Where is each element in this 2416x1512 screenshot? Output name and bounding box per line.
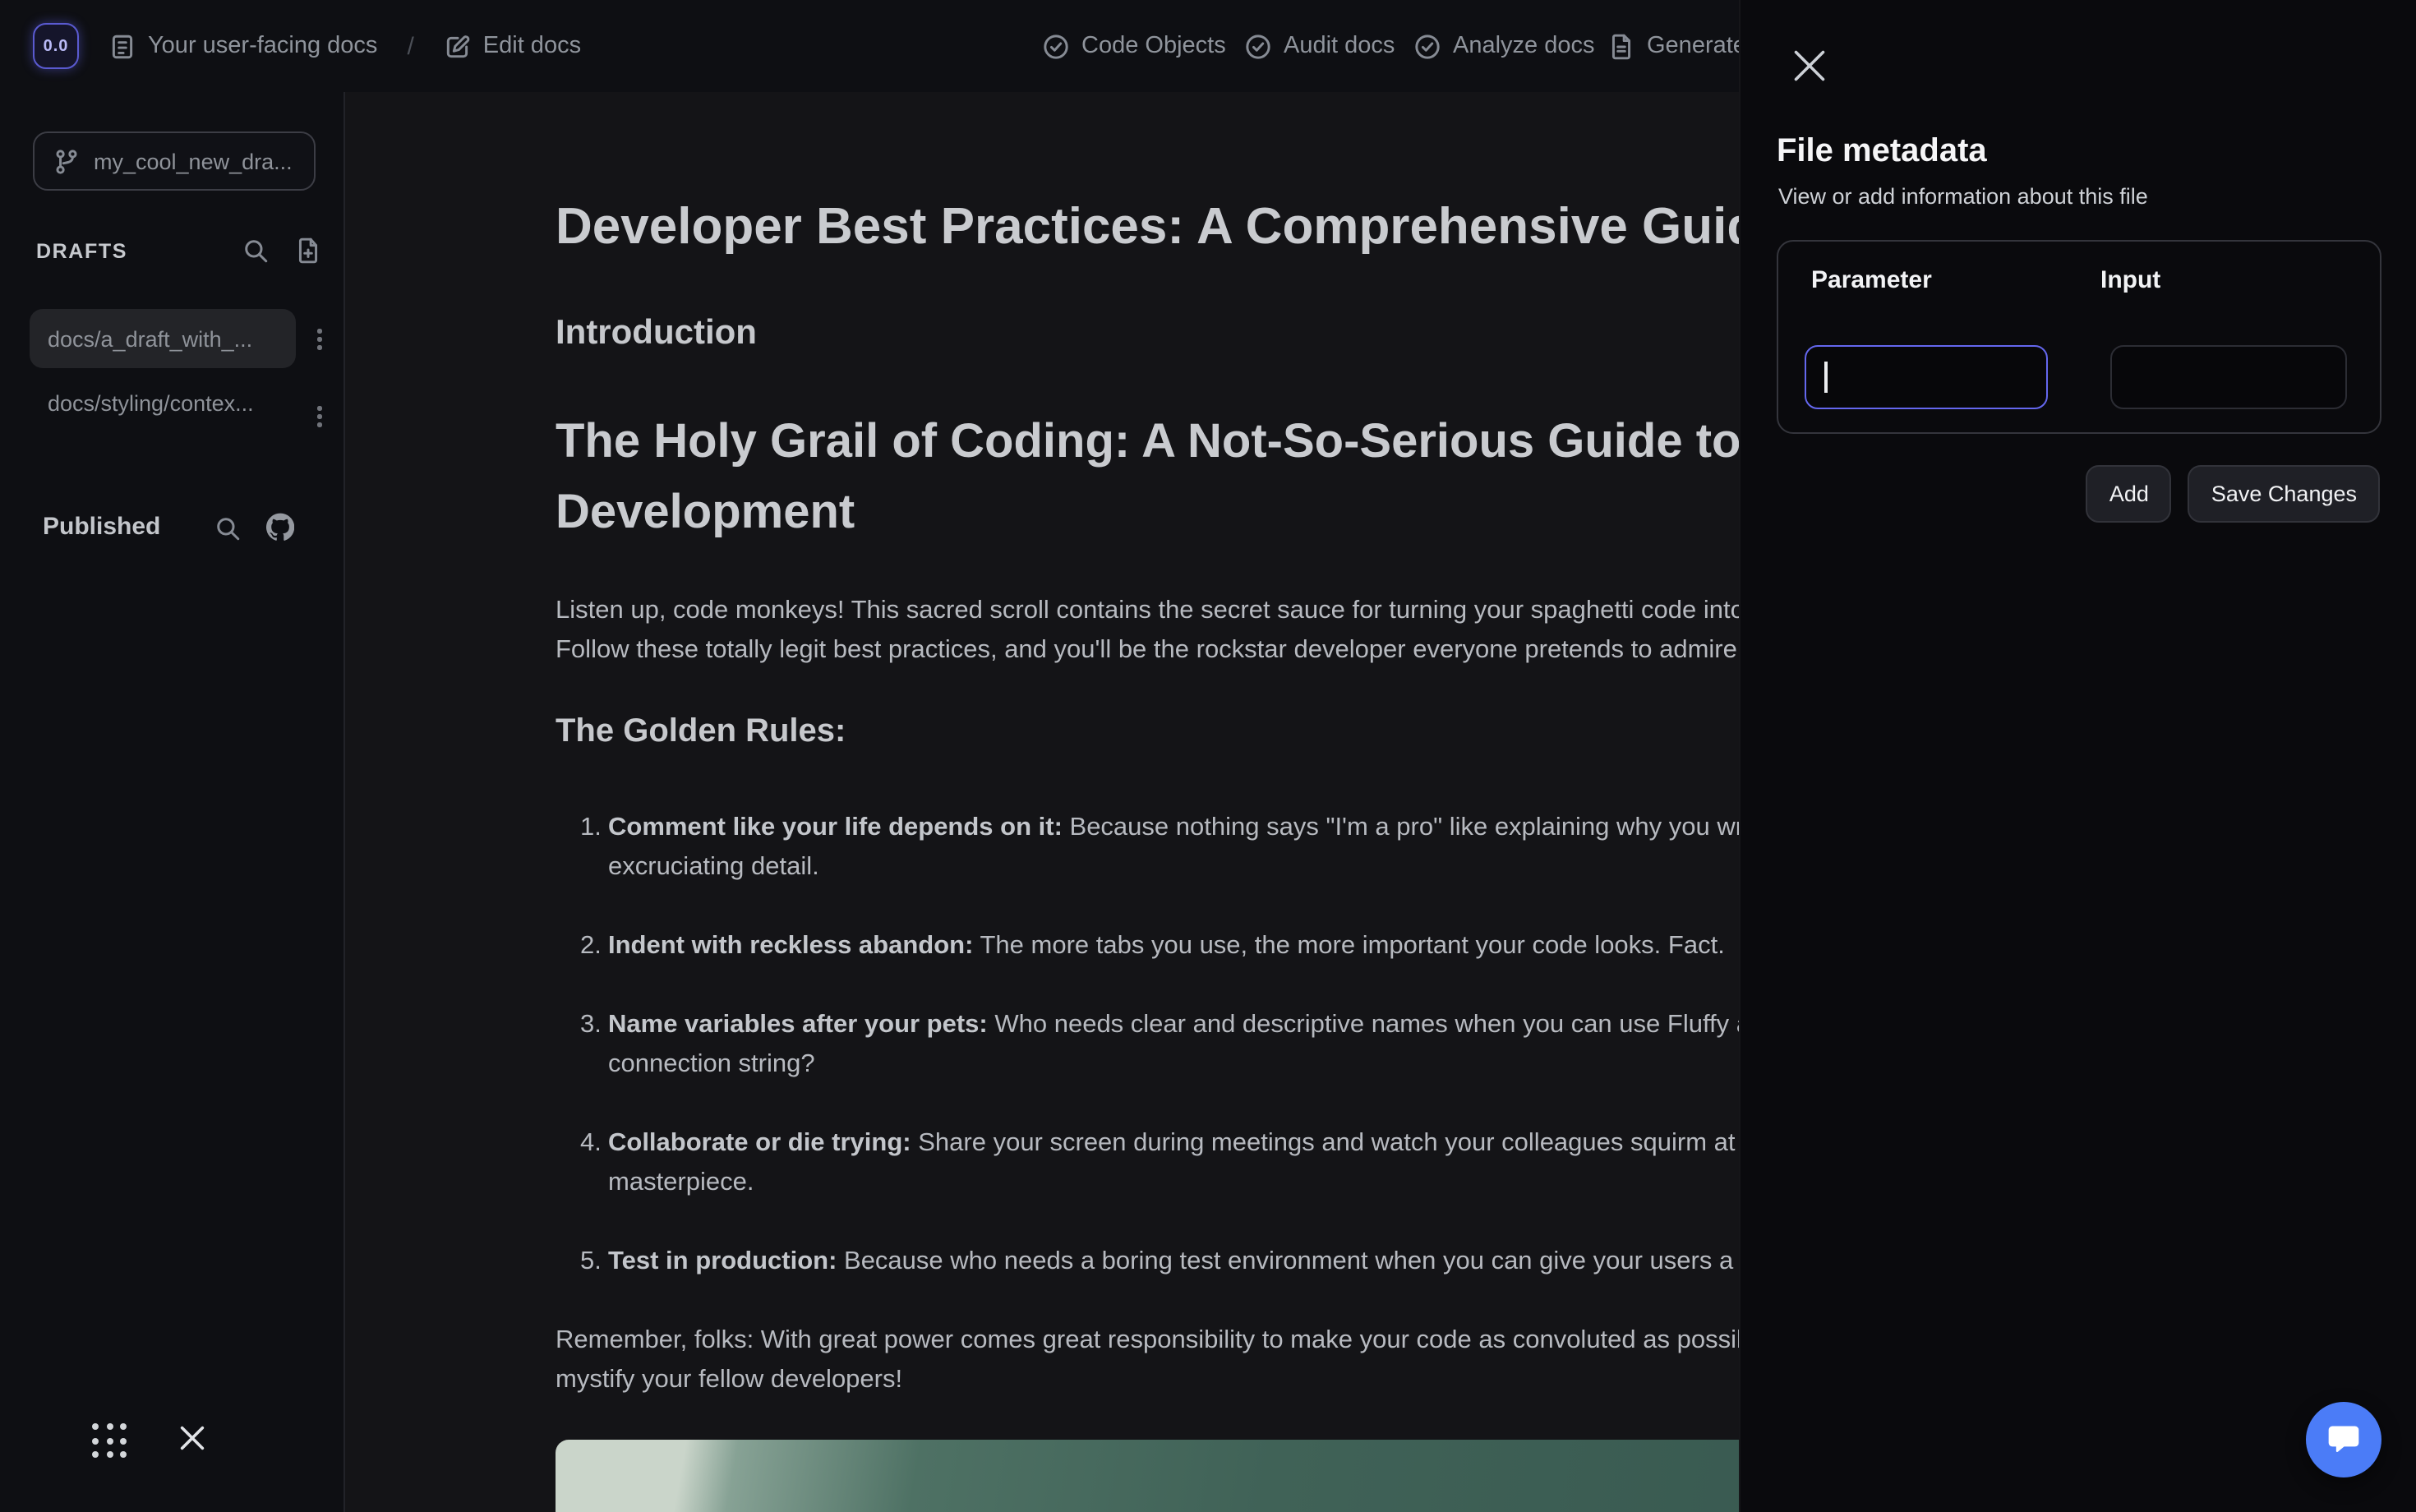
list-item-lead: Comment like your life depends on it: (608, 814, 1063, 841)
draft-2-label: docs/styling/contex... (48, 391, 254, 416)
list-item-lead: Name variables after your pets: (608, 1011, 988, 1039)
drafts-label: DRAFTS (36, 239, 127, 262)
list-number: 5. (580, 1242, 602, 1282)
sidebar-item-draft-1[interactable]: docs/a_draft_with_... (30, 309, 296, 368)
drag-handle-icon[interactable] (92, 1423, 127, 1458)
new-file-icon[interactable] (294, 237, 322, 265)
metadata-table: Parameter Input (1777, 240, 2381, 434)
nav-analyze-docs-label: Analyze docs (1453, 33, 1595, 59)
breadcrumb-user-docs[interactable]: Your user-facing docs (108, 32, 377, 60)
list-item-text: Share your screen during meetings and wa… (911, 1129, 1860, 1157)
panel-actions: Add Save Changes (2086, 465, 2380, 523)
list-item-text: connection string? (608, 1045, 1897, 1085)
app-logo[interactable]: 0.0 (33, 23, 79, 69)
breadcrumb-user-docs-label: Your user-facing docs (148, 33, 377, 59)
column-header-parameter: Parameter (1811, 266, 1932, 294)
file-metadata-panel: File metadata View or add information ab… (1739, 0, 2416, 1512)
list-item: 4. Collaborate or die trying: Share your… (556, 1124, 1860, 1203)
doc-h2-line2: Development (556, 478, 855, 549)
search-icon[interactable] (214, 514, 242, 542)
nav-audit-docs-label: Audit docs (1284, 33, 1395, 59)
add-button[interactable]: Add (2086, 465, 2172, 523)
list-number: 3. (580, 1006, 602, 1045)
check-circle-icon (1413, 32, 1441, 60)
list-item: 5. Test in production: Because who needs… (556, 1242, 1801, 1282)
doc-paragraph: Remember, folks: With great power comes … (556, 1321, 1820, 1361)
edit-icon (444, 32, 472, 60)
column-header-input: Input (2100, 266, 2160, 294)
published-section-label: Published (43, 513, 160, 541)
doc-intro-heading: Introduction (556, 314, 757, 353)
list-item: 1. Comment like your life depends on it:… (556, 809, 1916, 887)
chat-bubble-icon (2326, 1422, 2362, 1458)
sidebar: my_cool_new_dra... DRAFTS docs/a_draft_w… (0, 92, 345, 1512)
draft-1-label: docs/a_draft_with_... (48, 326, 252, 351)
draft-2-menu-icon[interactable] (311, 399, 328, 433)
nav-code-objects[interactable]: Code Objects (1042, 0, 1226, 92)
panel-close-icon[interactable] (1791, 48, 1828, 84)
save-changes-button[interactable]: Save Changes (2188, 465, 2380, 523)
check-circle-icon (1244, 32, 1272, 60)
draft-1-menu-icon[interactable] (311, 322, 328, 356)
github-icon[interactable] (266, 513, 294, 541)
panel-title: File metadata (1777, 133, 1987, 171)
list-item-text: Because who needs a boring test environm… (837, 1247, 1801, 1275)
close-icon[interactable] (178, 1423, 207, 1453)
parameter-input[interactable] (1805, 345, 2048, 409)
panel-subtitle: View or add information about this file (1778, 184, 2148, 209)
nav-analyze-docs[interactable]: Analyze docs (1413, 0, 1595, 92)
doc-rules-heading: The Golden Rules: (556, 713, 846, 751)
search-icon[interactable] (242, 237, 270, 265)
list-number: 1. (580, 809, 602, 848)
list-item-lead: Test in production: (608, 1247, 837, 1275)
value-input[interactable] (2110, 345, 2347, 409)
list-item-text: masterpiece. (608, 1164, 1860, 1203)
list-number: 2. (580, 927, 602, 966)
app-logo-face: 0.0 (44, 37, 69, 55)
document-icon (1607, 32, 1635, 60)
text-caret (1824, 362, 1827, 393)
doc-paragraph: Follow these totally legit best practice… (556, 631, 1744, 671)
nav-code-objects-label: Code Objects (1081, 33, 1226, 59)
document-icon (108, 32, 136, 60)
breadcrumb-edit-docs[interactable]: Edit docs (444, 32, 581, 60)
git-branch-icon (53, 147, 81, 175)
breadcrumb-edit-docs-label: Edit docs (483, 33, 581, 59)
list-item-lead: Collaborate or die trying: (608, 1129, 911, 1157)
drafts-header: DRAFTS (36, 237, 322, 265)
branch-name: my_cool_new_dra... (94, 149, 293, 173)
branch-selector[interactable]: my_cool_new_dra... (33, 131, 316, 191)
sidebar-item-draft-2[interactable]: docs/styling/contex... (48, 391, 297, 416)
doc-embedded-image (556, 1440, 1837, 1512)
list-item-text: excruciating detail. (608, 848, 1916, 887)
doc-paragraph: mystify your fellow developers! (556, 1361, 902, 1400)
app-window: 0.0 Your user-facing docs / Edit docs Co… (0, 0, 2416, 1512)
doc-paragraph: Listen up, code monkeys! This sacred scr… (556, 592, 1927, 631)
list-item: 2. Indent with reckless abandon: The mor… (556, 927, 1725, 966)
nav-audit-docs[interactable]: Audit docs (1244, 0, 1395, 92)
check-circle-icon (1042, 32, 1070, 60)
list-item-text: The more tabs you use, the more importan… (973, 932, 1724, 960)
chat-launcher-button[interactable] (2306, 1402, 2381, 1477)
list-item: 3. Name variables after your pets: Who n… (556, 1006, 1897, 1085)
list-number: 4. (580, 1124, 602, 1164)
breadcrumb-separator: / (407, 32, 413, 60)
list-item-lead: Indent with reckless abandon: (608, 932, 973, 960)
